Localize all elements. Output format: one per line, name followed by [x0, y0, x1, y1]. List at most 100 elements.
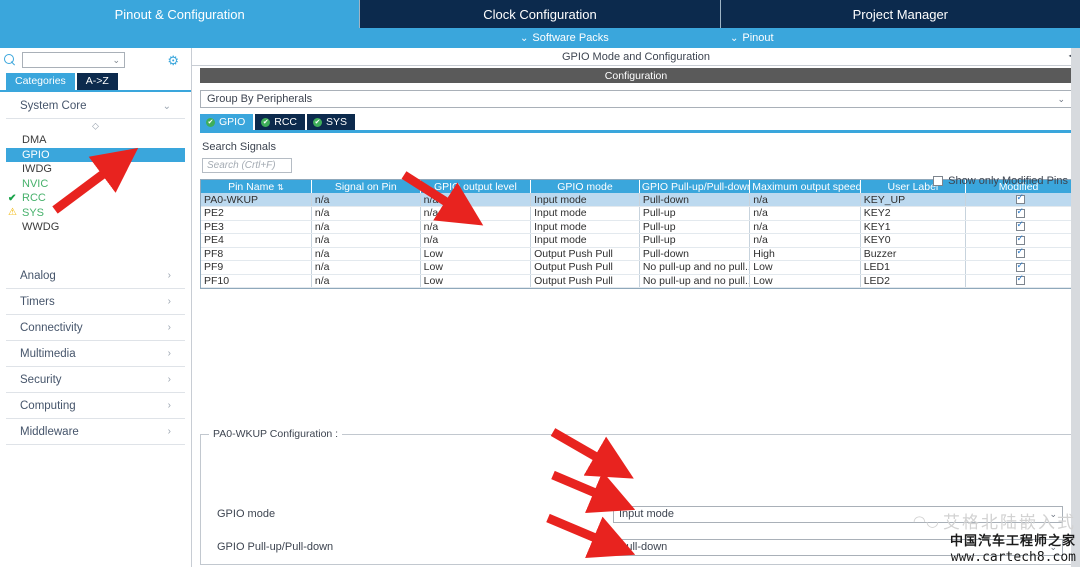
cell-pin-name: PE4 [201, 233, 312, 248]
tab-clock-configuration[interactable]: Clock Configuration [360, 0, 721, 28]
cell-output-level: n/a [420, 206, 532, 221]
sidebar-group-security-label: Security [20, 373, 62, 386]
tab-project-manager[interactable]: Project Manager [720, 0, 1080, 28]
cell-speed: High [749, 247, 861, 261]
group-by-select[interactable]: Group By Peripherals ⌄ [200, 90, 1072, 108]
column-header-max-output-speed[interactable]: Maximum output speed [749, 180, 861, 193]
cell-signal: n/a [311, 206, 421, 221]
gpio-pull-row: GPIO Pull-up/Pull-down Pull-down ⌄ [201, 537, 1063, 557]
table-row[interactable]: PF8 n/a Low Output Push Pull Pull-down H… [201, 247, 1071, 261]
cell-modified[interactable] [965, 193, 1071, 207]
menu-software-packs[interactable]: ⌄ Software Packs [520, 32, 609, 44]
peripheral-tab-bar: ✔ GPIO ✔ RCC ✔ SYS [200, 114, 1080, 130]
search-signals-input[interactable]: Search (Crtl+F) [202, 158, 292, 173]
pins-table-body: PA0-WKUP n/a n/a Input mode Pull-down n/… [201, 193, 1071, 288]
table-row[interactable]: PE3 n/a n/a Input mode Pull-up n/a KEY1 [201, 220, 1071, 234]
table-row[interactable]: PA0-WKUP n/a n/a Input mode Pull-down n/… [201, 193, 1071, 207]
cell-modified[interactable] [965, 206, 1071, 221]
sidebar-search-row: ⌄ ⚙ [0, 48, 191, 70]
tab-a-to-z[interactable]: A->Z [76, 73, 118, 90]
status-ok-icon: ✔ [313, 117, 323, 127]
cell-output-level: Low [420, 260, 532, 275]
sub-tool-bar: ⌄ Software Packs ⌄ Pinout [0, 28, 1080, 48]
cell-modified[interactable] [965, 247, 1071, 261]
table-row[interactable]: PE4 n/a n/a Input mode Pull-up n/a KEY0 [201, 233, 1071, 248]
search-input[interactable]: ⌄ [22, 52, 125, 68]
pins-table: Pin Name ⇅ Signal on Pin GPIO output lev… [201, 180, 1071, 288]
show-only-modified-pins-checkbox[interactable] [933, 176, 944, 186]
chevron-down-icon: ⌄ [1057, 93, 1065, 104]
modified-checkbox[interactable] [1015, 261, 1025, 272]
chevron-right-icon: › [167, 374, 171, 385]
gpio-pull-select[interactable]: Pull-down ⌄ [613, 538, 1063, 556]
vertical-scrollbar[interactable] [1071, 48, 1080, 567]
chevron-right-icon: › [167, 348, 171, 359]
menu-pinout[interactable]: ⌄ Pinout [730, 32, 774, 44]
scroll-up-indicator[interactable]: ⬦ [0, 119, 191, 133]
table-row[interactable]: PF9 n/a Low Output Push Pull No pull-up … [201, 260, 1071, 275]
search-signals-placeholder: Search (Crtl+F) [207, 160, 276, 171]
sidebar-item-sys[interactable]: ⚠ SYS [0, 206, 191, 221]
pins-table-container: Pin Name ⇅ Signal on Pin GPIO output lev… [200, 179, 1072, 289]
table-row[interactable]: PE2 n/a n/a Input mode Pull-up n/a KEY2 [201, 206, 1071, 221]
modified-checkbox[interactable] [1015, 220, 1025, 232]
sidebar-item-iwdg-label: IWDG [22, 163, 52, 176]
cell-speed: n/a [749, 233, 861, 248]
sidebar-group-connectivity[interactable]: Connectivity › [6, 315, 185, 341]
cell-pull: Pull-up [639, 206, 751, 221]
cell-modified[interactable] [965, 220, 1071, 234]
column-header-signal-on-pin[interactable]: Signal on Pin [311, 180, 421, 193]
cell-modified[interactable] [965, 260, 1071, 275]
modified-checkbox[interactable] [1015, 274, 1025, 286]
modified-checkbox[interactable] [1015, 247, 1025, 259]
sidebar-item-dma[interactable]: DMA [0, 133, 191, 148]
sidebar-group-analog[interactable]: Analog › [6, 263, 185, 289]
sidebar-group-computing[interactable]: Computing › [6, 393, 185, 419]
tab-sys[interactable]: ✔ SYS [307, 114, 356, 130]
sidebar-item-wwdg-label: WWDG [22, 221, 60, 234]
sidebar-item-gpio[interactable]: GPIO [6, 147, 185, 162]
panel-title-bar: GPIO Mode and Configuration ◄ [192, 48, 1080, 66]
column-header-gpio-pull[interactable]: GPIO Pull-up/Pull-down [639, 180, 751, 193]
search-icon [4, 53, 17, 67]
gpio-configuration-panel: GPIO Mode and Configuration ◄ Configurat… [192, 48, 1080, 567]
chevron-down-icon: ⌄ [520, 32, 529, 44]
cell-user-label: LED1 [860, 260, 967, 275]
modified-checkbox[interactable] [1015, 193, 1025, 205]
tab-rcc[interactable]: ✔ RCC [255, 114, 306, 130]
column-header-gpio-output-level[interactable]: GPIO output level [420, 180, 532, 193]
cell-modified[interactable] [965, 274, 1071, 288]
sidebar-group-middleware[interactable]: Middleware › [6, 419, 185, 445]
chevron-right-icon: › [167, 400, 171, 411]
cell-pull: Pull-down [639, 247, 751, 261]
table-row[interactable]: PF10 n/a Low Output Push Pull No pull-up… [201, 274, 1071, 288]
tab-a-to-z-label: A->Z [85, 75, 109, 87]
cell-gpio-mode: Input mode [530, 206, 640, 221]
column-header-gpio-mode[interactable]: GPIO mode [530, 180, 640, 193]
modified-checkbox[interactable] [1015, 207, 1025, 218]
cell-pin-name: PF8 [201, 247, 312, 261]
group-by-select-value: Group By Peripherals [207, 93, 313, 105]
sidebar-item-nvic[interactable]: NVIC [0, 177, 191, 192]
chevron-down-icon: ⌄ [162, 100, 171, 112]
tab-categories[interactable]: Categories [6, 73, 75, 90]
tab-gpio[interactable]: ✔ GPIO [200, 114, 254, 130]
sidebar-group-multimedia[interactable]: Multimedia › [6, 341, 185, 367]
cell-modified[interactable] [965, 233, 1071, 248]
sidebar-item-rcc[interactable]: ✔ RCC [0, 191, 191, 206]
show-only-modified-pins-row[interactable]: Show only Modified Pins [933, 175, 1068, 187]
sidebar-group-security[interactable]: Security › [6, 367, 185, 393]
tab-pinout-configuration[interactable]: Pinout & Configuration [0, 0, 361, 28]
sort-arrow-icon: ⇅ [277, 182, 284, 192]
column-header-pin-name[interactable]: Pin Name ⇅ [201, 180, 312, 193]
sidebar-item-wwdg[interactable]: WWDG [0, 220, 191, 235]
sidebar-group-system-core[interactable]: System Core ⌄ [6, 93, 185, 119]
modified-checkbox[interactable] [1015, 234, 1025, 245]
sidebar-group-timers[interactable]: Timers › [6, 289, 185, 315]
sidebar-group-computing-label: Computing [20, 399, 76, 412]
cell-user-label: KEY0 [860, 233, 967, 248]
gpio-pull-label: GPIO Pull-up/Pull-down [217, 541, 334, 553]
sidebar-item-iwdg[interactable]: IWDG [0, 162, 191, 177]
cell-signal: n/a [311, 193, 421, 207]
gear-icon[interactable]: ⚙ [167, 54, 179, 67]
